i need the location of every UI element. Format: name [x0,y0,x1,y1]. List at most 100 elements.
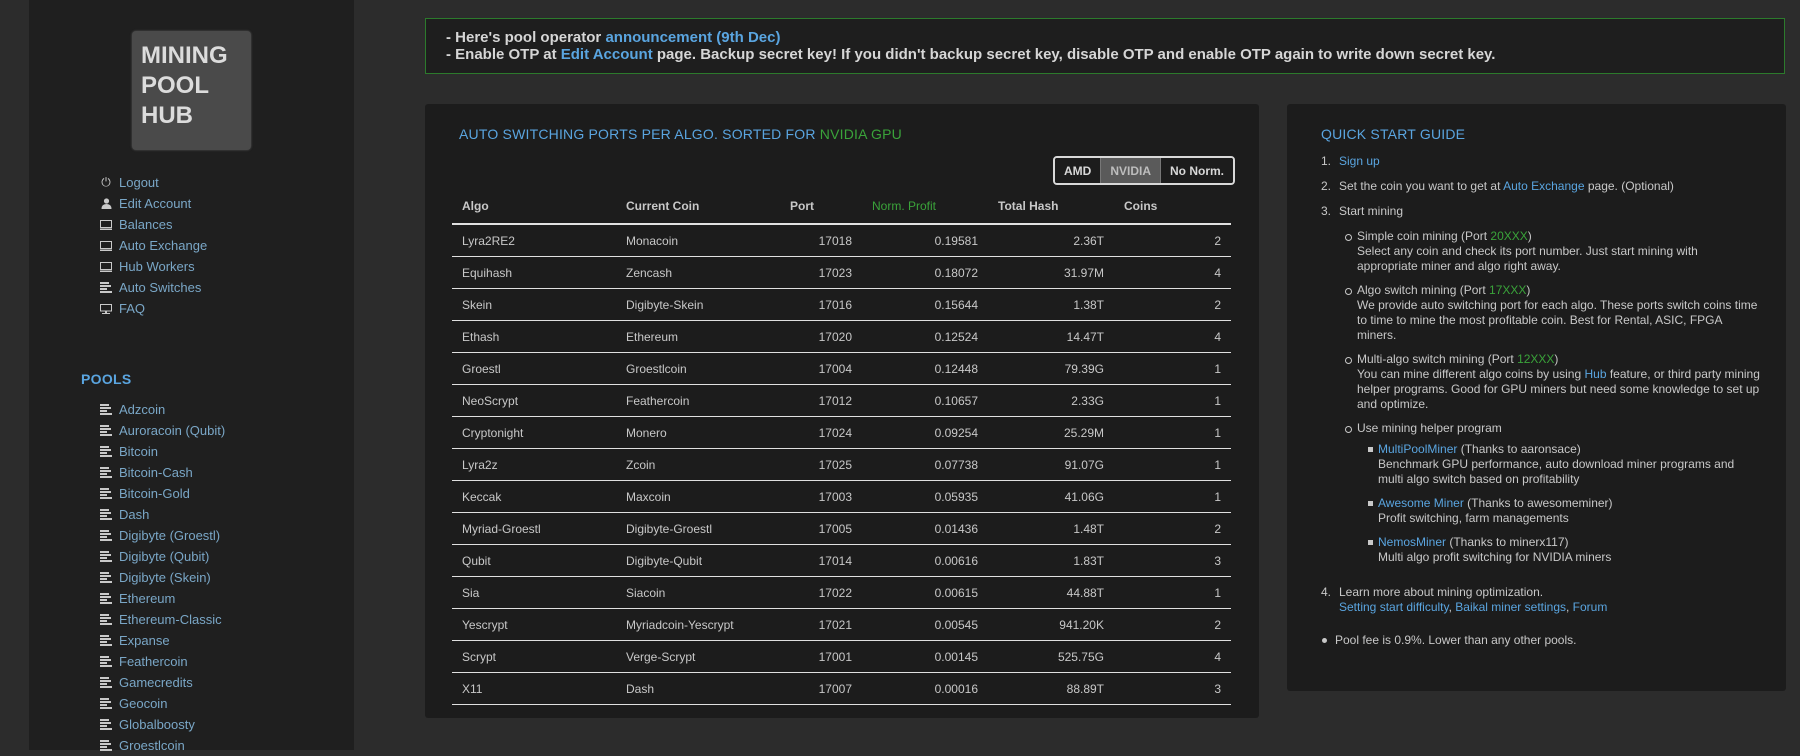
total-hash-cell: 1.38T [988,288,1114,321]
table-row: Cryptonight Monero 17024 0.09254 25.29M 1 [452,416,1231,449]
pool-item[interactable]: Gamecredits [93,672,225,693]
pool-item[interactable]: Bitcoin [93,441,225,462]
port-range: 20XXX [1490,229,1528,243]
pool-item[interactable]: Bitcoin-Cash [93,462,225,483]
column-header-algo[interactable]: Algo [452,188,616,225]
helper-item: Awesome Miner (Thanks to awesomeminer) Pr… [1321,496,1761,526]
menu-item-auto-switches[interactable]: Auto Switches [93,277,207,298]
edit-account-link[interactable]: Edit Account [561,46,653,63]
guide-step-4: 4. Learn more about mining optimization. … [1321,585,1608,614]
pool-label: Bitcoin-Cash [119,465,193,480]
algo-cell: Scrypt [452,640,616,673]
nvidia-button[interactable]: NVIDIA [1100,158,1160,183]
pool-item[interactable]: Auroracoin (Qubit) [93,420,225,441]
port-cell: 17001 [780,640,862,673]
bars-icon [93,677,119,688]
column-header-total-hash[interactable]: Total Hash [988,188,1114,225]
table-row: NeoScrypt Feathercoin 17012 0.10657 2.33G 1 [452,384,1231,417]
pool-item[interactable]: Dash [93,504,225,525]
column-header-norm-profit[interactable]: Norm. Profit [862,188,988,225]
hub-link[interactable]: Hub [1584,367,1606,381]
total-hash-cell: 1.48T [988,512,1114,545]
logo-line: MINING [141,42,228,69]
column-header-port[interactable]: Port [780,188,862,225]
algo-cell: Yescrypt [452,608,616,641]
quick-start-panel: QUICK START GUIDE 1. Sign up 2. Set the co… [1287,104,1786,691]
norm-profit-cell: 0.09254 [862,416,988,449]
menu-item-hub-workers[interactable]: Hub Workers [93,256,207,277]
pool-label: Ethereum-Classic [119,612,222,627]
pool-item[interactable]: Digibyte (Qubit) [93,546,225,567]
announcement-line-1: - Here's pool operator announcement (9th… [446,29,1764,46]
pools-heading: POOLS [81,371,132,387]
coin-cell: Verge-Scrypt [616,640,780,673]
pool-item[interactable]: Feathercoin [93,651,225,672]
sign-up-link[interactable]: Sign up [1339,154,1380,168]
menu-item-logout[interactable]: ⏻ Logout [93,172,207,193]
total-hash-cell: 44.88T [988,576,1114,609]
algo-cell: Groestl [452,352,616,385]
item-text: Simple coin mining (Port [1357,229,1491,243]
table-row: Lyra2z Zcoin 17025 0.07738 91.07G 1 [452,448,1231,481]
pool-item[interactable]: Ethereum [93,588,225,609]
menu-label: Logout [119,175,159,190]
pool-label: Dash [119,507,150,522]
start-difficulty-link[interactable]: Setting start difficulty [1339,600,1449,614]
port-range: 12XXX [1517,352,1555,366]
announcement-link[interactable]: announcement (9th Dec) [605,29,780,46]
coins-cell: 1 [1114,480,1231,513]
forum-link[interactable]: Forum [1573,600,1608,614]
bars-icon [93,404,119,415]
pool-label: Globalboosty [119,717,195,732]
multipoolminer-link[interactable]: MultiPoolMiner [1378,442,1457,456]
algo-cell: Equihash [452,256,616,289]
item-desc: We provide auto switching port for each … [1357,298,1758,342]
column-header-coins[interactable]: Coins [1114,188,1231,225]
pool-label: Digibyte (Skein) [119,570,211,585]
algo-cell: Keccak [452,480,616,513]
menu-label: Hub Workers [119,259,195,274]
mining-helper-item: Use mining helper program [1321,421,1761,436]
pool-item[interactable]: Groestlcoin [93,735,225,756]
column-header-current-coin[interactable]: Current Coin [616,188,780,225]
menu-item-auto-exchange[interactable]: Auto Exchange [93,235,207,256]
step-number: 4. [1321,585,1332,599]
bars-icon [93,635,119,646]
pool-item[interactable]: Geocoin [93,693,225,714]
total-hash-cell: 2.36T [988,224,1114,257]
total-hash-cell: 91.07G [988,448,1114,481]
monitor-icon [93,261,119,272]
baikal-settings-link[interactable]: Baikal miner settings [1455,600,1566,614]
guide-step-1: 1. Sign up [1321,154,1761,169]
account-menu: ⏻ Logout Edit Account Balances Auto Excha… [93,172,207,319]
norm-profit-cell: 0.05935 [862,480,988,513]
site-logo[interactable]: MINING POOL HUB [132,31,251,150]
pool-item[interactable]: Ethereum-Classic [93,609,225,630]
port-cell: 17022 [780,576,862,609]
menu-item-edit-account[interactable]: Edit Account [93,193,207,214]
amd-button[interactable]: AMD [1055,158,1101,183]
step-number: 1. [1321,154,1332,168]
ports-table-body: Lyra2RE2 Monacoin 17018 0.19581 2.36T 2 Equiha… [452,224,1231,705]
coins-cell: 2 [1114,512,1231,545]
port-cell: 17020 [780,320,862,353]
menu-item-faq[interactable]: FAQ [93,298,207,319]
table-row: Ethash Ethereum 17020 0.12524 14.47T 4 [452,320,1231,353]
bars-icon [93,614,119,625]
pool-item[interactable]: Digibyte (Skein) [93,567,225,588]
auto-exchange-link[interactable]: Auto Exchange [1503,179,1584,193]
norm-profit-cell: 0.00016 [862,672,988,705]
pool-item[interactable]: Expanse [93,630,225,651]
pool-item[interactable]: Adzcoin [93,399,225,420]
ports-panel: AUTO SWITCHING PORTS PER ALGO. SORTED FO… [425,104,1259,718]
nemosminer-link[interactable]: NemosMiner [1378,535,1446,549]
pool-label: Bitcoin-Gold [119,486,190,501]
menu-item-balances[interactable]: Balances [93,214,207,235]
coin-cell: Zencash [616,256,780,289]
pool-item[interactable]: Globalboosty [93,714,225,735]
pool-item[interactable]: Bitcoin-Gold [93,483,225,504]
no-norm-button[interactable]: No Norm. [1160,158,1233,183]
awesome-miner-link[interactable]: Awesome Miner [1378,496,1464,510]
multi-algo-mining-item: Multi-algo switch mining (Port 12XXX) Yo… [1321,352,1761,412]
pool-item[interactable]: Digibyte (Groestl) [93,525,225,546]
